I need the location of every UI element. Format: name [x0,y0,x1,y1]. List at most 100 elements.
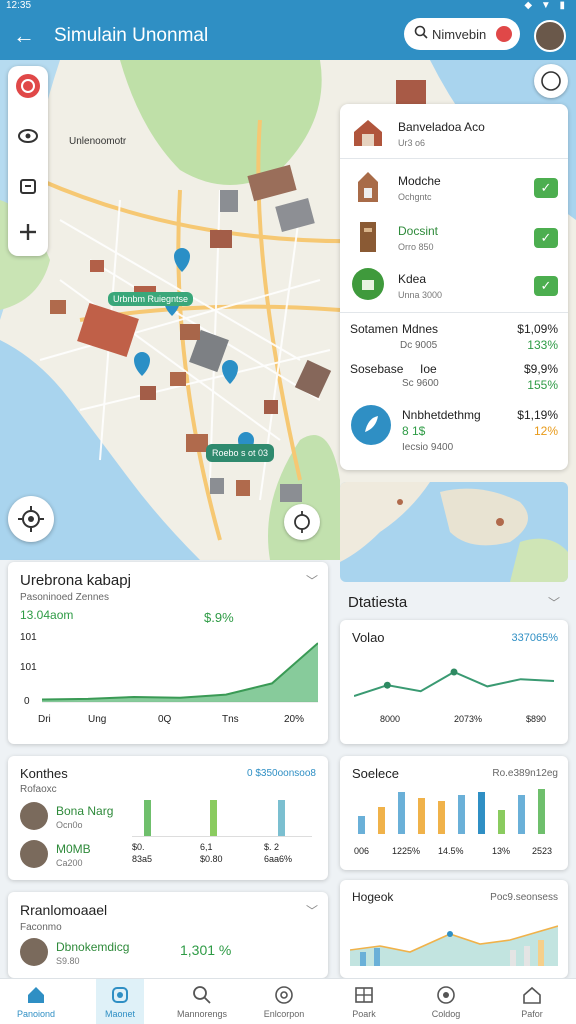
alert-icon[interactable] [14,72,42,100]
map-marker-label[interactable]: Urbnbm Ruiegntse [108,292,194,306]
checkbox-checked-icon[interactable]: ✓ [534,178,558,198]
card-link[interactable]: 0 $350oonsoo8 [247,768,316,779]
status-icons: ◆ ▼ ▮ [524,0,568,11]
search-label: Nimvebin [432,27,487,42]
recenter-icon[interactable] [284,504,320,540]
nav-map[interactable]: Maonet [96,979,144,1024]
bar-mark [498,810,505,834]
pin-icon [112,987,128,1003]
place-name: Banveladoa Aco [398,120,485,134]
card-link[interactable]: Poc9.seonsess [490,892,558,903]
chevron-down-icon[interactable]: ﹀ [306,572,318,589]
bar-mark [518,795,525,834]
layers-icon[interactable] [14,172,42,200]
checkbox-checked-icon[interactable]: ✓ [534,228,558,248]
volume-card[interactable]: Volao 337065% 8000 2073% $890 [340,620,568,744]
map-city-label: Unlenoomotr [69,136,127,147]
x-tick-label: 13% [492,846,511,856]
person-sub: Ca200 [56,858,83,868]
x-tick-label: Dri [38,714,51,725]
ranking-card[interactable]: Rranlomoaael ﹀ Faconmo Dbnokemdicg S9.80… [8,892,328,978]
place-name: Modche [398,174,441,188]
card-stat: 1,301 % [180,942,232,958]
bar-label: 6aa6% [264,854,293,864]
person-sub: S9.80 [56,956,80,966]
card-title: Urebrona kabapj [20,572,131,589]
place-name: Docsint [398,224,439,238]
checkbox-checked-icon[interactable]: ✓ [534,276,558,296]
summary-sub: Dc 9005 [400,340,438,351]
bar-mark [358,816,365,834]
settings-icon [437,986,455,1004]
move-icon[interactable] [14,218,42,246]
card-value: 337065% [511,632,559,644]
area-chart [42,642,318,703]
baseline [132,836,312,837]
page-title: Simulain Unonmal [54,25,209,46]
grid-icon [355,987,373,1003]
avatar [20,802,48,830]
combo-chart [350,925,558,966]
card-title: Soelece [352,766,399,781]
x-tick-label: 20% [284,714,305,725]
notification-badge-icon[interactable] [496,26,512,42]
user-avatar[interactable] [534,20,566,52]
eye-icon[interactable] [14,122,42,150]
nav-explore[interactable]: Enlcorpon [248,979,320,1024]
revenue-card[interactable]: Urebrona kabapj ﹀ Pasoninoed Zennes 13.0… [8,562,328,744]
map-marker-label[interactable]: Roebo s ot 03 [206,444,275,462]
nav-settings[interactable]: Coldog [410,979,482,1024]
y-tick-label: 101 [20,632,37,643]
compass-icon[interactable] [534,64,568,98]
x-tick-label: 8000 [380,714,401,724]
summary-label: Nnbhetdethmg [402,408,481,422]
nav-search[interactable]: Mannorengs [166,979,238,1024]
summary-sub: Iecsio 9400 [402,442,454,453]
card-link[interactable]: Ro.e389n12eg [492,768,558,779]
leaf-icon [351,405,391,445]
statistics-header[interactable]: Dtatiesta ﹀ [340,586,568,622]
contacts-card[interactable]: Konthes 0 $350oonsoo8 Rofaoxc Bona Narg … [8,756,328,880]
summary-label: Sosebase [350,362,404,376]
search-bar[interactable]: Nimvebin [404,18,520,50]
summary-delta: 12% [533,424,558,438]
mini-map[interactable] [340,482,568,582]
chevron-down-icon[interactable]: ﹀ [306,902,318,919]
selection-card[interactable]: Soelece Ro.e389n12eg 006 1225% 14.5% 13%… [340,756,568,870]
nav-label: Pafor [521,1009,543,1019]
nav-park[interactable]: Poark [328,979,400,1024]
back-arrow-icon[interactable]: ← [10,22,38,50]
divider [340,158,568,159]
card-change: $.9% [204,610,234,625]
divider [340,312,568,313]
house-outline-icon [523,986,541,1004]
person-name: Dbnokemdicg [56,940,130,954]
status-bar: 12:35 ◆ ▼ ▮ [0,0,576,12]
x-tick-label: Tns [222,714,239,725]
line-point [383,681,391,689]
locate-icon[interactable] [8,496,54,542]
home-icon [28,987,44,1003]
places-panel: Banveladoa Aco Ur3 o6 Modche Ochgntc ✓ D… [340,104,568,470]
building-icon [354,120,382,146]
search-icon [414,25,428,39]
y-tick-label: 101 [20,662,37,673]
progress-card[interactable]: Hogeok Poc9.seonsess [340,880,568,978]
app-bar: ← Simulain Unonmal Nimvebin [0,12,576,60]
place-sub: Ochgntc [398,192,432,202]
nav-profile[interactable]: Pafor [496,979,568,1024]
summary-value: $1,09% [517,322,558,336]
house-icon [358,172,378,202]
tower-icon [360,222,376,252]
card-title: Rranlomoaael [20,902,108,918]
summary-delta: 133% [527,338,558,352]
card-title: Hogeok [352,890,394,904]
bar-mark [458,795,465,834]
search-icon [193,986,211,1004]
nav-home[interactable]: Panoiond [0,979,72,1024]
line-chart [354,668,554,697]
chevron-down-icon[interactable]: ﹀ [548,594,560,611]
nav-label: Maonet [104,1009,136,1019]
avatar [20,938,48,966]
summary-label-2: Mdnes [402,322,439,336]
